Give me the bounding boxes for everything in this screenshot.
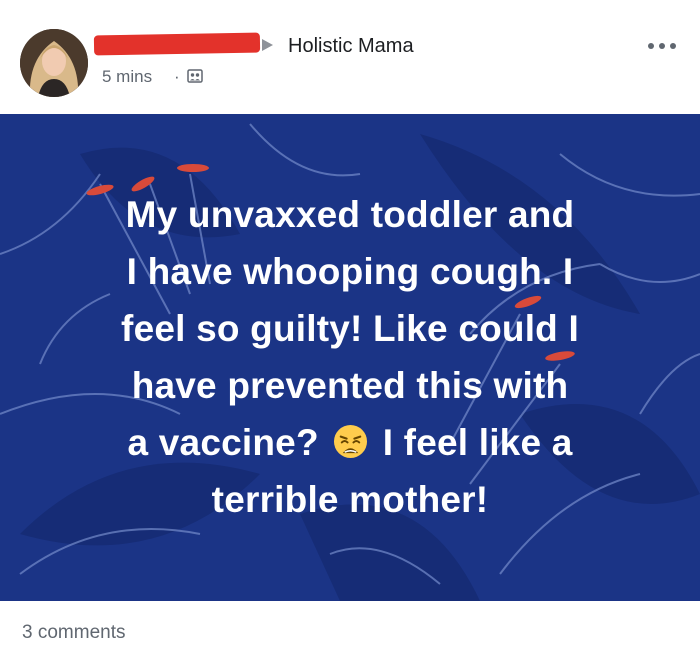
comments-count-link[interactable]: 3 comments	[22, 622, 125, 644]
post-background-banner: My unvaxxed toddler and I have whooping …	[0, 114, 700, 601]
post-text-fragment: I feel like a	[372, 422, 573, 463]
post-timestamp[interactable]: 5 mins	[102, 67, 152, 87]
separator-dot: ·	[174, 67, 180, 86]
post-text-line: terrible mother!	[211, 479, 489, 520]
author-avatar[interactable]	[20, 29, 88, 97]
post-text-fragment: a vaccine?	[127, 422, 330, 463]
facebook-post: Holistic Mama 5 mins · My unvaxxed toddl…	[0, 0, 700, 649]
post-text-line: have prevented this with	[131, 365, 569, 406]
post-text-line: a vaccine? I feel like a	[20, 414, 680, 471]
post-text-line: feel so guilty! Like could I	[121, 308, 579, 349]
shared-to-arrow-icon	[262, 39, 273, 51]
post-text-line: My unvaxxed toddler and	[125, 194, 575, 235]
post-text: My unvaxxed toddler and I have whooping …	[20, 186, 680, 528]
weary-face-emoji	[334, 424, 368, 459]
group-name-link[interactable]: Holistic Mama	[288, 35, 414, 58]
post-text-line: I have whooping cough. I	[126, 251, 574, 292]
more-options-icon[interactable]	[648, 38, 676, 54]
group-icon	[187, 69, 203, 83]
redacted-author-name	[93, 32, 261, 56]
